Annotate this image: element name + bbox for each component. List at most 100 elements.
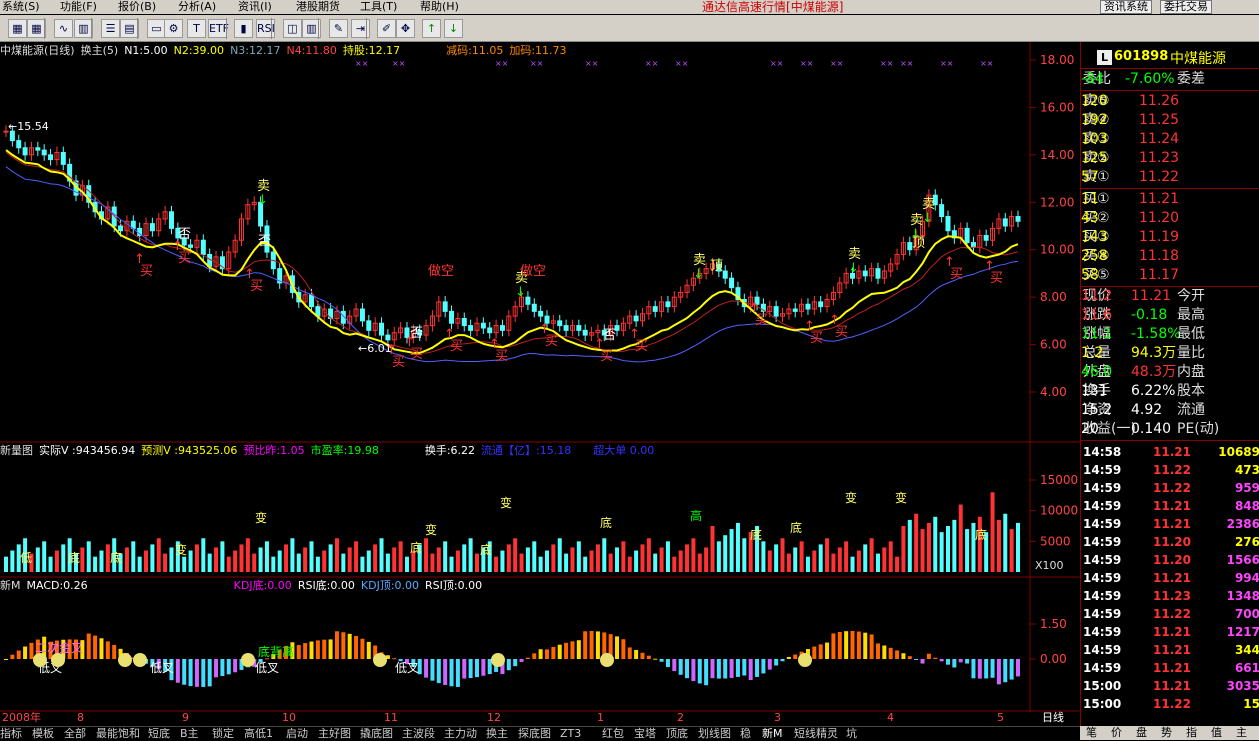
kline-svg[interactable]: 18.00 16.00 14.00 12.00 10.00 8.00 6.00 4.00 ←15… [0, 42, 1080, 712]
bar-icon-10[interactable]: ▮ [234, 19, 253, 38]
indicator-tab[interactable]: 坑 [846, 727, 857, 741]
gear-icon-7[interactable]: ⚙ [164, 19, 183, 38]
stat-label: 股本 [1177, 383, 1205, 399]
indicator-tab[interactable]: 撬底图 [360, 727, 393, 741]
indicator-tab[interactable]: 模板 [32, 727, 54, 741]
tick-row: 14:59 11.23 1348 [1081, 587, 1259, 605]
indicator-tab[interactable]: 划线图 [698, 727, 731, 741]
indicator-tab[interactable]: 稳 [740, 727, 751, 741]
candle-body [468, 325, 474, 331]
grid-icon-0[interactable]: ▦ [8, 19, 27, 38]
candle-body [35, 147, 41, 151]
info-system-button[interactable]: 资讯系统 [1100, 0, 1152, 14]
tools-icon-14[interactable]: ✎ [329, 19, 348, 38]
chart-area[interactable]: 18.00 16.00 14.00 12.00 10.00 8.00 6.00 4.00 ←15… [0, 42, 1080, 724]
volume-bar [341, 553, 346, 572]
tick-volume: 700 [1234, 607, 1259, 621]
indicator-tab[interactable]: 主力动 [444, 727, 477, 741]
indicator-tab[interactable]: 顶底 [666, 727, 688, 741]
candle-body [665, 301, 671, 308]
tick-price: 11.21 [1153, 499, 1191, 513]
indicator-tab[interactable]: 指标 [0, 727, 22, 741]
quote-tab[interactable]: 值 [1211, 726, 1222, 740]
purple-marker: ×× [880, 59, 893, 68]
candle-body [487, 327, 493, 334]
buy-signal-label: 买 [410, 347, 423, 362]
volume-bar [914, 513, 919, 572]
bottom-divergence-label: 底背离 [258, 644, 294, 659]
vol-float: 流通【亿】:15.18 [481, 444, 572, 457]
indicator-tab[interactable]: 高低1 [244, 727, 273, 741]
up-arrow-icon-18[interactable]: ↑ [422, 19, 441, 38]
volume-bar [233, 550, 238, 572]
move-icon-17[interactable]: ✥ [396, 19, 415, 38]
list-icon-4[interactable]: ☰ [101, 19, 120, 38]
text-icon-8[interactable]: T [187, 19, 206, 38]
indicator-tab[interactable]: 主好图 [318, 727, 351, 741]
volume-bar [844, 541, 849, 572]
indicator-tab[interactable]: 锁定 [212, 727, 234, 741]
macd-bar [201, 659, 206, 687]
macd-axis-label: 1.50 [1040, 617, 1067, 631]
volume-bar [678, 550, 683, 572]
down-arrow-icon-19[interactable]: ↓ [444, 19, 463, 38]
price-axis-label: 14.00 [1040, 148, 1074, 162]
macd-bar [748, 659, 753, 681]
export-icon-15[interactable]: ⇥ [351, 19, 370, 38]
period-label[interactable]: 日线 [1042, 711, 1064, 725]
stat-label: 流通 [1177, 402, 1205, 418]
volume-bar [583, 556, 588, 572]
pen-icon-16[interactable]: ✐ [377, 19, 396, 38]
indicator-tab[interactable]: 探底图 [518, 727, 551, 741]
macd-bar [869, 634, 874, 659]
buy-signal-label: 买 [950, 267, 963, 282]
tick-time: 14:59 [1083, 535, 1122, 549]
volume-signal-label: 底 [410, 540, 422, 555]
menu-tools[interactable]: 工具(T) [360, 0, 397, 14]
menu-system[interactable]: 系统(S) [2, 0, 40, 14]
volume-bar [131, 541, 136, 572]
rsi-icon-11[interactable]: RSI [256, 19, 275, 38]
menu-analysis[interactable]: 分析(A) [178, 0, 216, 14]
indicator-tab[interactable]: B主 [180, 727, 199, 741]
macd-bar [780, 659, 785, 662]
indicator-tab[interactable]: 换主 [486, 727, 508, 741]
macd-bar [436, 659, 441, 684]
menu-help[interactable]: 帮助(H) [420, 0, 459, 14]
menu-quote[interactable]: 报价(B) [118, 0, 156, 14]
menu-hk-futures[interactable]: 港股期货 [296, 0, 340, 14]
line-chart-icon-2[interactable]: ∿ [54, 19, 73, 38]
stock-code: 601898 [1114, 49, 1169, 64]
stat-value: 48.3万 [1131, 364, 1177, 380]
volume-bar [226, 556, 231, 572]
macd-bar [315, 640, 320, 659]
volume-bar [939, 532, 944, 572]
menu-info[interactable]: 资讯(I) [238, 0, 272, 14]
quote-tab[interactable]: 笔 [1086, 726, 1097, 740]
indicator-tab[interactable]: 主波段 [402, 727, 435, 741]
etf-icon-9[interactable]: ETF [208, 19, 229, 38]
order-trade-button[interactable]: 委托交易 [1160, 0, 1212, 14]
quote-tab[interactable]: 盘 [1136, 726, 1147, 740]
indicator-tab[interactable]: 启动 [286, 727, 308, 741]
indicator-tab[interactable]: 最能饱和 [96, 727, 140, 741]
indicator-tab[interactable]: 宝塔 [634, 727, 656, 741]
quote-tab[interactable]: 主 [1236, 726, 1247, 740]
stat-value: 11.6 [1081, 307, 1113, 323]
indicator-tab[interactable]: 短线精灵 [794, 727, 838, 741]
indicator-tab[interactable]: ZT3 [560, 727, 581, 741]
indicator-tab[interactable]: 短底 [148, 727, 170, 741]
quote-tab[interactable]: 价 [1111, 726, 1122, 740]
indicator-tab[interactable]: 红包 [602, 727, 624, 741]
volume-signal-label: 变 [845, 490, 857, 505]
quote-tab[interactable]: 指 [1186, 726, 1197, 740]
stat-row: 收益(一) 0.140 PE(动) 20 [1081, 420, 1259, 439]
candle-body [945, 216, 951, 232]
indicator-tab[interactable]: 新M [762, 727, 783, 741]
window-icon-12[interactable]: ◫ [283, 19, 302, 38]
indicator-tab[interactable]: 全部 [64, 727, 86, 741]
macd-bar [685, 659, 690, 679]
buy-signal-label: 买 [635, 339, 648, 354]
menu-function[interactable]: 功能(F) [60, 0, 97, 14]
quote-tab[interactable]: 势 [1161, 726, 1172, 740]
